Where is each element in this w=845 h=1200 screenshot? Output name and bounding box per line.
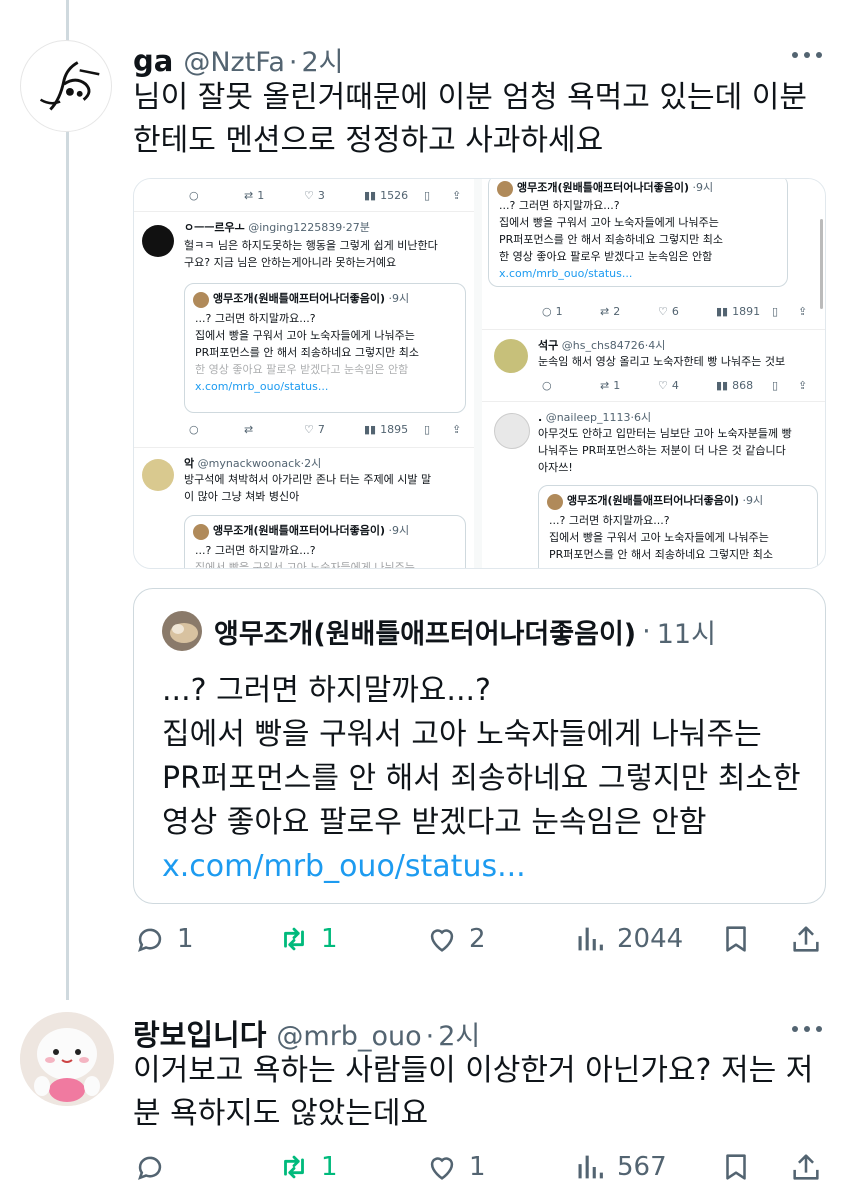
mini-reply-text: 아무것도 안하고 입만터는 님보단 고아 노숙자분들께 빵 나눠주는 PR퍼포먼…: [538, 427, 792, 474]
share-icon: [793, 926, 819, 952]
retweet-button[interactable]: 1: [277, 1150, 338, 1184]
retweet-icon: [284, 927, 304, 951]
mini-reply-header: ㅇㅡㅡ르우ㅗ @inging1225839·27분: [184, 221, 370, 234]
tweet-text-line: 이거보고 욕하는 사람들이 이상한거 아닌가요? 저는 저: [133, 1053, 814, 1088]
avatar-ga[interactable]: [20, 40, 112, 132]
retweet-count: 1: [321, 924, 338, 954]
reply-icon: [138, 1156, 162, 1180]
author-handle[interactable]: @NztFa: [183, 47, 285, 78]
reply-icon: [138, 928, 162, 952]
share-icon: [793, 1154, 819, 1180]
screenshot-left-panel: ○ ⇄ 1 ♡ 3 ▮▮ 1526 ▯ ⇪ ㅇㅡㅡ르우ㅗ @inging1225…: [134, 179, 474, 568]
tweet-text-line: 님이 잘못 올린거때문에 이분 엄청 욕먹고 있는데 이분: [133, 80, 807, 115]
separator-dot: ·: [425, 1021, 435, 1052]
thread-connector-line: [66, 0, 69, 1000]
quote-timestamp: 11시: [656, 618, 716, 650]
mini-reply-header: . @naileep_1113·6시: [538, 411, 652, 424]
views-icon: [578, 1155, 603, 1179]
retweet-button[interactable]: 1: [277, 922, 338, 956]
timestamp[interactable]: 2시: [301, 40, 343, 79]
quote-text-line: ...? 그러면 하지말까요...?: [162, 673, 491, 708]
mini-action-bar: ○ ⇄ 1 ♡ 3 ▮▮ 1526 ▯ ⇪: [134, 187, 474, 203]
mini-reply-text: 눈속임 해서 영상 올리고 노숙자한테 빵 나눠주는 것보: [538, 355, 786, 368]
mini-action-bar: ○ ⇄ ♡ 7 ▮▮ 1895 ▯ ⇪: [189, 422, 462, 436]
author-name[interactable]: 랑보입니다: [133, 1012, 266, 1054]
share-button[interactable]: [789, 1150, 823, 1184]
quote-text-line: 영상 좋아요 팔로우 받겠다고 눈속임은 안함: [162, 805, 707, 840]
like-count: 2: [469, 924, 486, 954]
like-button[interactable]: 1: [425, 1150, 486, 1184]
mini-like: ♡ 3: [304, 188, 325, 202]
mini-avatar: [142, 225, 174, 257]
quote-separator-dot: ·: [642, 615, 651, 647]
like-count: 1: [469, 1152, 486, 1182]
mini-quote-card: 앵무조개(원배틀애프터어나더좋음이) ·9시 ...? 그러면 하지말까요...…: [538, 485, 818, 568]
quote-header: 앵무조개(원배틀애프터어나더좋음이) · 11시: [162, 611, 716, 651]
mini-bookmark-icon: ▯: [424, 188, 431, 202]
like-icon: [430, 929, 454, 952]
mini-quote-card: 앵무조개(원배틀애프터어나더좋음이) ·9시 ...? 그러면 하지말까요...…: [184, 515, 466, 568]
share-button[interactable]: [789, 922, 823, 956]
bookmark-icon: [726, 926, 746, 952]
bookmark-icon: [726, 1154, 746, 1180]
author-handle[interactable]: @mrb_ouo: [276, 1021, 421, 1052]
tweet1-action-bar: 1 1 2 2044: [133, 922, 826, 962]
mini-quote-card: 앵무조개(원배틀애프터어나더좋음이) ·9시 ...? 그러면 하지말까요...…: [184, 283, 466, 413]
avatar-rangbo[interactable]: [20, 1012, 114, 1106]
like-button[interactable]: 2: [425, 922, 486, 956]
mini-views: ▮▮ 1526: [364, 188, 409, 202]
tweet1-text: 님이 잘못 올린거때문에 이분 엄청 욕먹고 있는데 이분 한테도 멘션으로 정…: [133, 76, 807, 162]
quote-text-line: 집에서 빵을 구워서 고아 노숙자들에게 나눠주는: [162, 717, 762, 752]
bookmark-button[interactable]: [719, 922, 753, 956]
quote-tweet-card[interactable]: 앵무조개(원배틀애프터어나더좋음이) · 11시 ...? 그러면 하지말까요.…: [133, 588, 826, 904]
more-icon[interactable]: [792, 1026, 822, 1032]
quote-link[interactable]: x.com/mrb_ouo/status...: [162, 845, 801, 889]
reply-button[interactable]: [133, 1150, 177, 1184]
tweet-text-line: 한테도 멘션으로 정정하고 사과하세요: [133, 123, 604, 158]
retweet-icon: [284, 1155, 304, 1179]
mini-avatar: [494, 339, 528, 373]
author-name[interactable]: ga: [133, 44, 173, 78]
mini-reply-text: 방구석에 쳐박혀서 아가리만 존나 터는 주제에 시발 말 이 많아 그냥 쳐봐…: [184, 473, 432, 503]
mini-action-bar: ○ ⇄ 1 ♡ 4 ▮▮ 868 ▯ ⇪: [542, 378, 808, 392]
tweet2-action-bar: 1 1 567: [133, 1150, 826, 1190]
quote-text-line: PR퍼포먼스를 안 해서 죄송하네요 그렇지만 최소한: [162, 761, 801, 796]
mini-scrollbar: [820, 219, 823, 309]
tweet2-header: 랑보입니다 @mrb_ouo · 2시: [133, 1012, 480, 1054]
views-button[interactable]: 2044: [573, 922, 683, 956]
retweet-count: 1: [321, 1152, 338, 1182]
tweet-text-line: 분 욕하지도 않았는데요: [133, 1096, 429, 1131]
more-icon[interactable]: [792, 52, 822, 58]
bookmark-button[interactable]: [719, 1150, 753, 1184]
mini-reply-text: 헐ㅋㅋ 님은 하지도못하는 행동을 그렇게 쉽게 비난한다 구요? 지금 님은 …: [184, 239, 438, 269]
mini-reply-header: 악 @mynackwoonack·2시: [184, 457, 322, 470]
quote-text: ...? 그러면 하지말까요...? 집에서 빵을 구워서 고아 노숙자들에게 …: [162, 669, 801, 889]
mini-avatar: [494, 413, 530, 449]
screenshot-right-panel: 앵무조개(원배틀애프터어나더좋음이) ·9시 ...? 그러면 하지말까요...…: [482, 179, 825, 568]
quote-avatar: [162, 611, 202, 651]
mini-reply-header: 석구 @hs_chs84726·4시: [538, 339, 666, 352]
reply-count: 1: [177, 924, 194, 954]
separator-dot: ·: [288, 47, 298, 78]
views-button[interactable]: 567: [573, 1150, 667, 1184]
mini-avatar: [142, 459, 174, 491]
mini-retweet: ⇄ 1: [244, 188, 265, 202]
mini-reply-icon: ○: [189, 188, 199, 202]
tweet2-text: 이거보고 욕하는 사람들이 이상한거 아닌가요? 저는 저 분 욕하지도 않았는…: [133, 1049, 813, 1135]
like-icon: [430, 1157, 454, 1180]
mini-share-icon: ⇪: [452, 188, 462, 202]
views-count: 567: [617, 1152, 667, 1182]
quote-author-name: 앵무조개(원배틀애프터어나더좋음이): [214, 618, 637, 650]
views-count: 2044: [617, 924, 684, 954]
mini-action-bar: ○ 1 ⇄ 2 ♡ 6 ▮▮ 1891 ▯ ⇪: [542, 304, 808, 318]
sketch-avatar-icon: [39, 61, 100, 111]
views-icon: [578, 927, 603, 951]
tweet1-header: ga @NztFa · 2시: [133, 40, 344, 79]
attached-screenshot-image[interactable]: ○ ⇄ 1 ♡ 3 ▮▮ 1526 ▯ ⇪ ㅇㅡㅡ르우ㅗ @inging1225…: [133, 178, 826, 569]
reply-button[interactable]: 1: [133, 922, 194, 956]
mini-quote-card: 앵무조개(원배틀애프터어나더좋음이) ·9시 ...? 그러면 하지말까요...…: [488, 179, 788, 287]
plush-toy-avatar-icon: [20, 1012, 114, 1106]
timestamp[interactable]: 2시: [438, 1014, 480, 1053]
